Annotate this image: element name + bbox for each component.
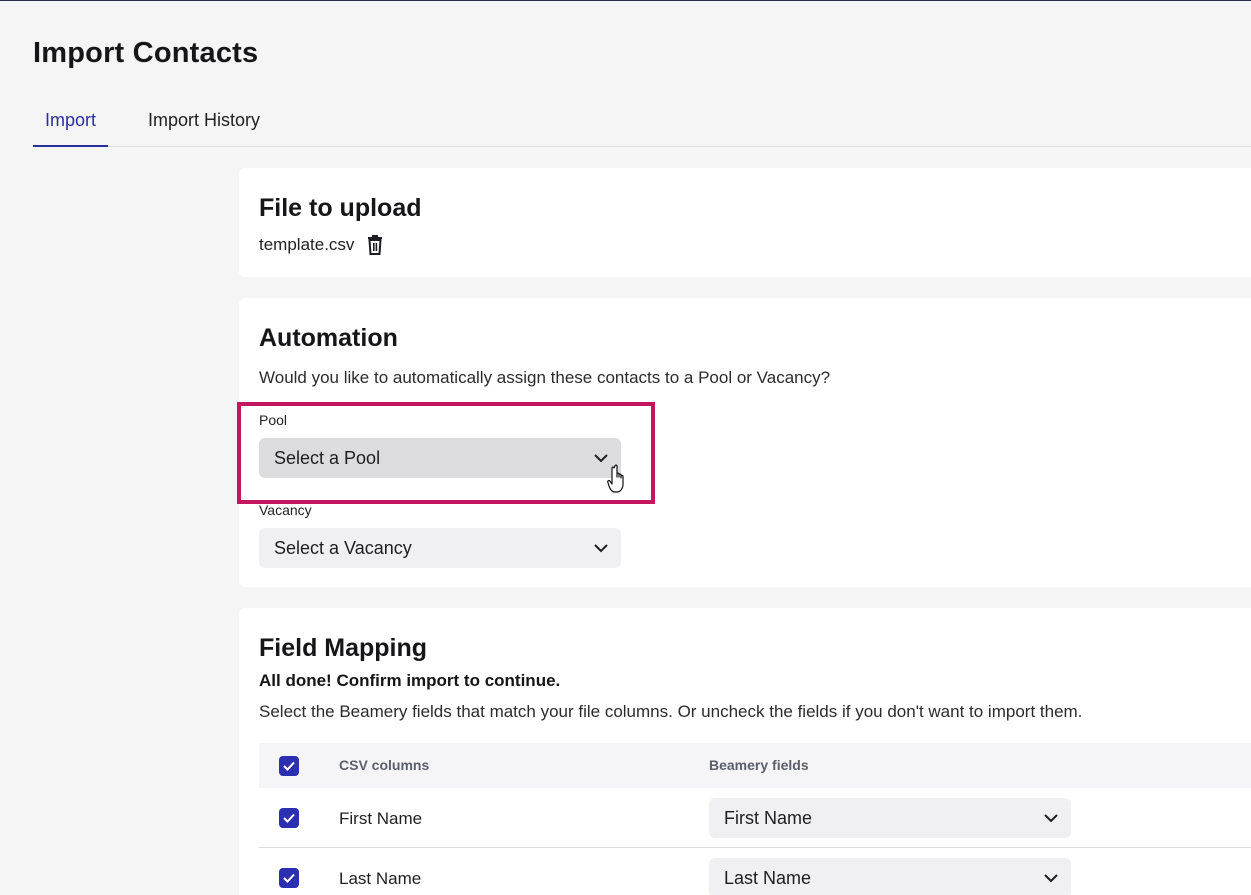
vacancy-select[interactable]: Select a Vacancy bbox=[259, 528, 621, 568]
select-all-checkbox[interactable] bbox=[279, 756, 299, 776]
hand-cursor-icon bbox=[607, 464, 624, 493]
csv-column-name: Last Name bbox=[339, 869, 422, 888]
file-name: template.csv bbox=[259, 235, 355, 254]
field-mapping-title: Field Mapping bbox=[259, 634, 428, 662]
row-checkbox[interactable] bbox=[279, 868, 299, 888]
chevron-down-icon bbox=[594, 544, 608, 553]
file-upload-card: File to upload template.csv bbox=[239, 168, 1251, 277]
tab-bar: Import Import History bbox=[33, 101, 1251, 147]
table-row: Last Name Last Name bbox=[259, 848, 1251, 895]
chevron-down-icon bbox=[1044, 814, 1058, 823]
vacancy-label: Vacancy bbox=[259, 502, 312, 518]
row-checkbox[interactable] bbox=[279, 808, 299, 828]
beamery-field-select[interactable]: First Name bbox=[709, 798, 1071, 838]
mapping-description: Select the Beamery fields that match you… bbox=[259, 702, 1083, 721]
column-header-csv: CSV columns bbox=[339, 757, 430, 773]
pool-label: Pool bbox=[259, 412, 288, 428]
csv-column-name: First Name bbox=[339, 809, 423, 828]
automation-card: Automation Would you like to automatical… bbox=[239, 298, 1251, 587]
table-row: First Name First Name bbox=[259, 788, 1251, 848]
page-title: Import Contacts bbox=[33, 37, 259, 69]
chevron-down-icon bbox=[1044, 874, 1058, 883]
file-upload-title: File to upload bbox=[259, 194, 422, 222]
automation-title: Automation bbox=[259, 324, 398, 352]
pool-select-value: Select a Pool bbox=[274, 448, 381, 468]
beamery-field-value: First Name bbox=[724, 808, 813, 828]
pool-select[interactable]: Select a Pool bbox=[259, 438, 621, 478]
mapping-status: All done! Confirm import to continue. bbox=[259, 671, 561, 690]
column-header-beamery: Beamery fields bbox=[709, 757, 809, 773]
trash-icon[interactable] bbox=[366, 235, 384, 255]
beamery-field-select[interactable]: Last Name bbox=[709, 858, 1071, 895]
check-icon bbox=[283, 813, 295, 823]
table-header: CSV columns Beamery fields bbox=[259, 743, 1251, 788]
automation-description: Would you like to automatically assign t… bbox=[259, 368, 831, 387]
beamery-field-value: Last Name bbox=[724, 868, 812, 888]
field-mapping-card: Field Mapping All done! Confirm import t… bbox=[239, 608, 1251, 895]
vacancy-select-value: Select a Vacancy bbox=[274, 538, 412, 558]
tab-import-history[interactable]: Import History bbox=[148, 101, 260, 147]
check-icon bbox=[283, 761, 295, 771]
check-icon bbox=[283, 873, 295, 883]
tab-import[interactable]: Import bbox=[33, 101, 108, 147]
